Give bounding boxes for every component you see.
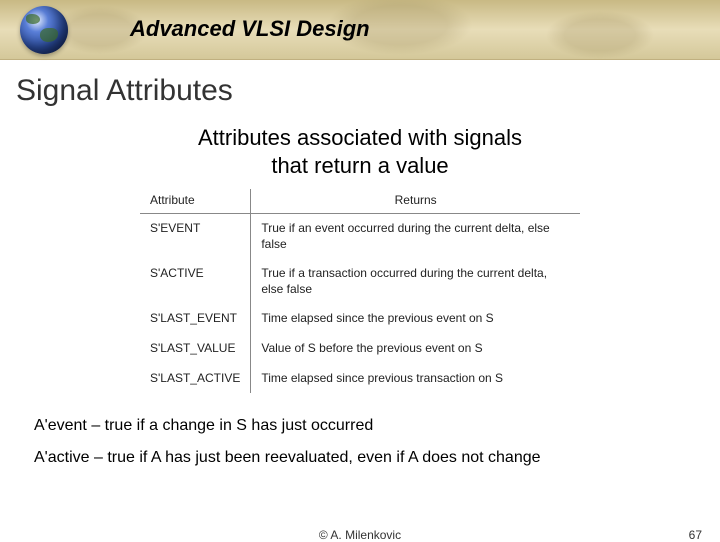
page-title: Signal Attributes	[16, 74, 720, 108]
cell-attr: S'EVENT	[140, 214, 251, 260]
table-row: S'LAST_EVENT Time elapsed since the prev…	[140, 304, 580, 334]
notes: A'event – true if a change in S has just…	[34, 417, 720, 467]
slide-header: Advanced VLSI Design	[0, 0, 720, 60]
subtitle-line-1: Attributes associated with signals	[198, 125, 522, 150]
table-row: S'LAST_ACTIVE Time elapsed since previou…	[140, 364, 580, 394]
cell-ret: Value of S before the previous event on …	[251, 334, 580, 364]
attributes-table: Attribute Returns S'EVENT True if an eve…	[140, 189, 580, 393]
cell-attr: S'ACTIVE	[140, 259, 251, 304]
table-row: S'LAST_VALUE Value of S before the previ…	[140, 334, 580, 364]
page-subtitle: Attributes associated with signals that …	[0, 124, 720, 179]
globe-icon	[20, 6, 68, 54]
cell-ret: True if a transaction occurred during th…	[251, 259, 580, 304]
cell-attr: S'LAST_VALUE	[140, 334, 251, 364]
cell-ret: True if an event occurred during the cur…	[251, 214, 580, 260]
cell-attr: S'LAST_EVENT	[140, 304, 251, 334]
cell-ret: Time elapsed since previous transaction …	[251, 364, 580, 394]
note-active: A'active – true if A has just been reeva…	[34, 449, 720, 467]
table-row: S'EVENT True if an event occurred during…	[140, 214, 580, 260]
subtitle-line-2: that return a value	[271, 153, 448, 178]
cell-attr: S'LAST_ACTIVE	[140, 364, 251, 394]
cell-ret: Time elapsed since the previous event on…	[251, 304, 580, 334]
table-row: S'ACTIVE True if a transaction occurred …	[140, 259, 580, 304]
table-header-row: Attribute Returns	[140, 189, 580, 214]
course-title: Advanced VLSI Design	[130, 16, 370, 42]
attributes-table-wrap: Attribute Returns S'EVENT True if an eve…	[140, 189, 580, 393]
col-attribute: Attribute	[140, 189, 251, 214]
col-returns: Returns	[251, 189, 580, 214]
note-event: A'event – true if a change in S has just…	[34, 417, 720, 435]
